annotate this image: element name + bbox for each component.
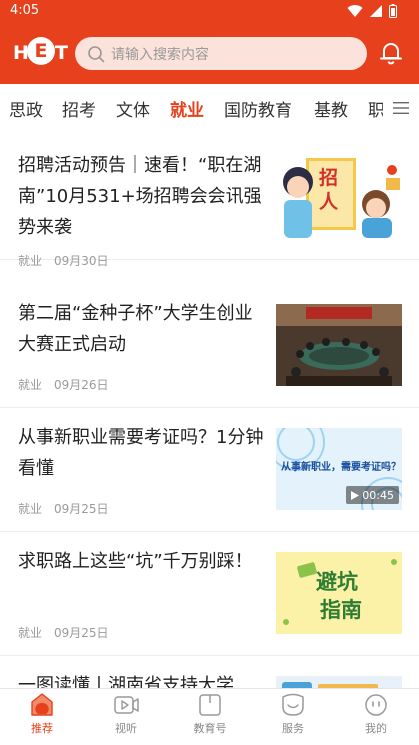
thumbnail-text-2: 指南	[320, 598, 362, 622]
status-time: 4:05	[10, 3, 40, 18]
home-icon	[31, 693, 53, 716]
article-item[interactable]: 招聘活动预告｜速看！“职在湖南”10月531+场招聘会会讯强势来袭 就业 09月…	[0, 136, 419, 268]
article-thumbnail[interactable]: 招人	[276, 156, 402, 238]
thumbnail-text-1: 避坑	[316, 570, 358, 594]
nav-edu-account[interactable]: 教育号	[180, 693, 240, 743]
article-title[interactable]: 招聘活动预告｜速看！“职在湖南”10月531+场招聘会会讯强势来袭	[18, 150, 268, 243]
search-icon	[88, 45, 105, 62]
article-date: 09月25日	[54, 502, 109, 516]
nav-profile[interactable]: 我的	[346, 693, 406, 743]
search-bar[interactable]: 请输入搜索内容	[75, 37, 367, 70]
battery-icon	[389, 4, 397, 18]
nav-video[interactable]: 视听	[96, 693, 156, 743]
article-date: 09月30日	[54, 254, 109, 268]
signal-icon	[370, 5, 382, 17]
nav-label: 我的	[365, 722, 387, 735]
article-title[interactable]: 从事新职业需要考证吗？1分钟看懂	[18, 422, 268, 484]
article-title[interactable]: 第二届“金种子杯”大学生创业大赛正式启动	[18, 298, 268, 360]
bottom-navigation: 推荐 视听 教育号 服务 我的	[0, 688, 419, 745]
nav-label: 服务	[282, 722, 304, 735]
video-duration: 00:45	[346, 486, 399, 504]
tab-jiuye[interactable]: 就业	[170, 96, 204, 121]
article-item[interactable]: 从事新职业需要考证吗？1分钟看懂 就业 09月25日 从事新职业，需要考证吗？ …	[0, 408, 419, 532]
tab-zhaokao[interactable]: 招考	[62, 96, 96, 121]
nav-recommend[interactable]: 推荐	[12, 693, 72, 743]
status-bar: 4:05	[0, 0, 419, 24]
bell-icon[interactable]	[378, 40, 404, 66]
tab-sizheng[interactable]: 思政	[9, 96, 43, 121]
tab-jijiao[interactable]: 基教	[314, 96, 348, 121]
conference-photo	[276, 304, 402, 386]
category-tabs: 思政 招考 文体 就业 国防教育 基教 职	[0, 84, 419, 132]
tab-guofang[interactable]: 国防教育	[224, 96, 292, 121]
app-logo[interactable]: H E T	[13, 37, 68, 69]
article-thumbnail[interactable]: 避坑 指南	[276, 552, 402, 634]
nav-label: 教育号	[193, 722, 227, 735]
nav-label: 视听	[115, 722, 137, 735]
nav-service[interactable]: 服务	[263, 693, 323, 743]
article-item[interactable]: 求职路上这些“坑”千万别踩！ 就业 09月25日 避坑 指南	[0, 532, 419, 656]
video-icon	[114, 696, 139, 714]
nav-label: 推荐	[31, 722, 53, 735]
app-header: 4:05 H E T 请输入搜索内容	[0, 0, 419, 84]
article-meta: 就业 09月26日	[18, 376, 109, 393]
book-icon	[199, 694, 221, 716]
article-date: 09月26日	[54, 378, 109, 392]
tab-wenti[interactable]: 文体	[116, 96, 150, 121]
article-meta: 就业 09月25日	[18, 624, 109, 641]
logo-letter-e: E	[34, 40, 48, 62]
tab-menu-button[interactable]	[383, 84, 419, 132]
logo-circle: E	[27, 37, 55, 65]
article-title[interactable]: 求职路上这些“坑”千万别踩！	[18, 546, 268, 577]
article-category: 就业	[18, 378, 43, 392]
thumbnail-text: 招人	[319, 167, 339, 213]
service-icon	[282, 693, 304, 716]
article-category: 就业	[18, 626, 43, 640]
article-meta: 就业 09月25日	[18, 500, 109, 517]
duration-label: 00:45	[362, 488, 394, 502]
profile-icon	[365, 694, 387, 716]
article-category: 就业	[18, 254, 43, 268]
article-meta: 就业 09月30日	[18, 252, 109, 269]
video-thumbnail[interactable]: 从事新职业，需要考证吗？ 00:45	[276, 428, 402, 510]
search-input[interactable]: 请输入搜索内容	[111, 44, 209, 64]
article-category: 就业	[18, 502, 43, 516]
thumbnail-text: 从事新职业，需要考证吗？	[281, 462, 399, 473]
play-icon	[351, 490, 360, 500]
wifi-icon	[347, 5, 363, 18]
status-icons	[347, 3, 397, 19]
article-thumbnail[interactable]	[276, 304, 402, 386]
article-date: 09月25日	[54, 626, 109, 640]
article-item[interactable]: 第二届“金种子杯”大学生创业大赛正式启动 就业 09月26日	[0, 284, 419, 408]
logo-letter-t: T	[55, 42, 68, 64]
menu-icon	[393, 102, 409, 114]
